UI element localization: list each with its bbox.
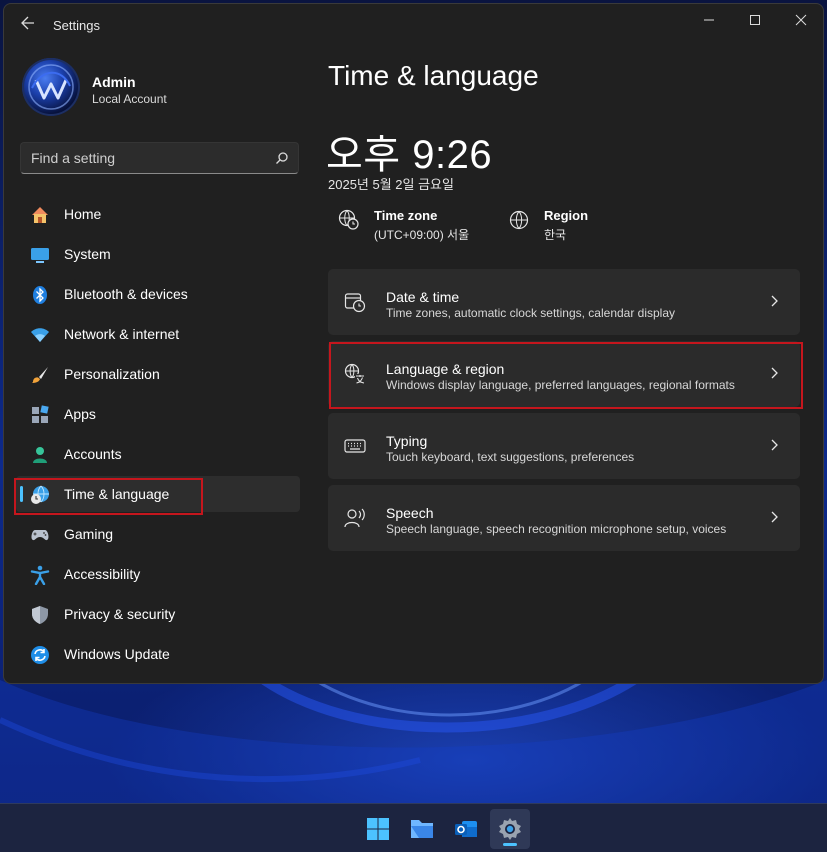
sidebar-item-label: Personalization (64, 366, 160, 382)
card-title: Speech (386, 505, 434, 521)
outlook-icon (455, 821, 477, 837)
sidebar-item-bluetooth[interactable]: Bluetooth & devices (16, 276, 300, 312)
apps-icon (32, 405, 49, 423)
sidebar-item-label: Home (64, 206, 102, 222)
minimize-icon (704, 19, 714, 21)
card-description: Speech language, speech recognition micr… (386, 522, 727, 536)
sidebar-item-label: Apps (64, 406, 96, 422)
start-button[interactable] (358, 809, 398, 849)
update-icon (31, 646, 49, 664)
sidebar-item-accessibility[interactable]: Accessibility (16, 556, 300, 592)
maximize-button[interactable] (732, 4, 778, 36)
card-title: Date & time (386, 289, 460, 305)
user-name: Admin (92, 74, 136, 90)
globe-icon (509, 210, 529, 230)
shield-icon (32, 606, 48, 624)
sidebar-item-label: Accessibility (64, 566, 141, 582)
time-zone-value: (UTC+09:00) 서울 (374, 228, 470, 242)
gamepad-icon (31, 530, 49, 541)
account-type: Local Account (92, 92, 167, 106)
card-speech[interactable]: Speech Speech language, speech recogniti… (328, 485, 800, 551)
region-value: 한국 (544, 228, 567, 242)
time-zone-icon (338, 209, 359, 230)
keyboard-icon (344, 439, 366, 453)
back-arrow-icon (21, 16, 34, 30)
chevron-right-icon (771, 511, 778, 523)
minimize-button[interactable] (686, 4, 732, 36)
sidebar-item-privacy[interactable]: Privacy & security (16, 596, 300, 632)
sidebar-item-label: Privacy & security (64, 606, 176, 622)
current-date: 2025년 5월 2일 금요일 (328, 177, 454, 192)
outlook-button[interactable] (446, 809, 486, 849)
search-box (20, 142, 299, 174)
page-title: Time & language (328, 60, 539, 91)
time-zone-title: Time zone (374, 208, 438, 223)
card-date-time[interactable]: Date & time Time zones, automatic clock … (328, 269, 800, 335)
start-icon (367, 818, 389, 840)
title-bar: Settings (4, 4, 823, 48)
settings-window: Settings Admin Local Account Find a sett… (3, 3, 824, 684)
avatar-logo-icon (28, 64, 74, 110)
back-button[interactable] (16, 15, 40, 37)
close-button[interactable] (778, 4, 823, 36)
sidebar-item-system[interactable]: System (16, 236, 300, 272)
system-icon (31, 248, 49, 263)
card-description: Touch keyboard, text suggestions, prefer… (386, 450, 635, 464)
card-typing[interactable]: Typing Touch keyboard, text suggestions,… (328, 413, 800, 479)
wifi-icon (31, 328, 49, 342)
highlight-box-sidebar (14, 478, 203, 515)
search-icon[interactable] (275, 151, 289, 165)
sidebar-item-label: Bluetooth & devices (64, 286, 188, 302)
chevron-right-icon (771, 295, 778, 307)
accounts-icon (33, 447, 47, 463)
accessibility-icon (30, 565, 50, 585)
chevron-right-icon (771, 439, 778, 451)
close-icon (795, 14, 807, 26)
settings-icon (499, 818, 521, 840)
bluetooth-icon (33, 286, 47, 304)
active-app-indicator (503, 843, 517, 846)
sidebar-item-apps[interactable]: Apps (16, 396, 300, 432)
current-time: 오후 9:26 (326, 133, 493, 177)
sidebar-item-label: Gaming (64, 526, 114, 542)
sidebar-item-gaming[interactable]: Gaming (16, 516, 300, 552)
region-title: Region (544, 208, 589, 223)
sidebar-item-label: System (64, 246, 111, 262)
taskbar (0, 803, 827, 852)
brush-icon (32, 367, 48, 383)
card-description: Time zones, automatic clock settings, ca… (386, 306, 676, 320)
card-title: Typing (386, 433, 428, 449)
sidebar-item-label: Network & internet (64, 326, 180, 342)
sidebar-item-personalization[interactable]: Personalization (16, 356, 300, 392)
sidebar-item-accounts[interactable]: Accounts (16, 436, 300, 472)
search-input[interactable] (21, 143, 261, 173)
file-explorer-button[interactable] (402, 809, 442, 849)
speech-icon (344, 508, 365, 528)
file-explorer-icon (411, 820, 433, 838)
sidebar-item-network[interactable]: Network & internet (16, 316, 300, 352)
app-title: Settings (53, 18, 100, 33)
avatar[interactable] (22, 58, 80, 116)
sidebar-item-home[interactable]: Home (16, 196, 300, 232)
sidebar-item-label: Accounts (64, 446, 122, 462)
maximize-icon (750, 15, 760, 25)
clock-calendar-icon (344, 293, 366, 313)
sidebar-nav: Home System Bluetooth & devices Network … (16, 196, 300, 676)
home-icon (32, 207, 48, 223)
highlight-box-card (329, 342, 803, 409)
sidebar-item-windows-update[interactable]: Windows Update (16, 636, 300, 672)
sidebar-item-label: Windows Update (64, 646, 170, 662)
